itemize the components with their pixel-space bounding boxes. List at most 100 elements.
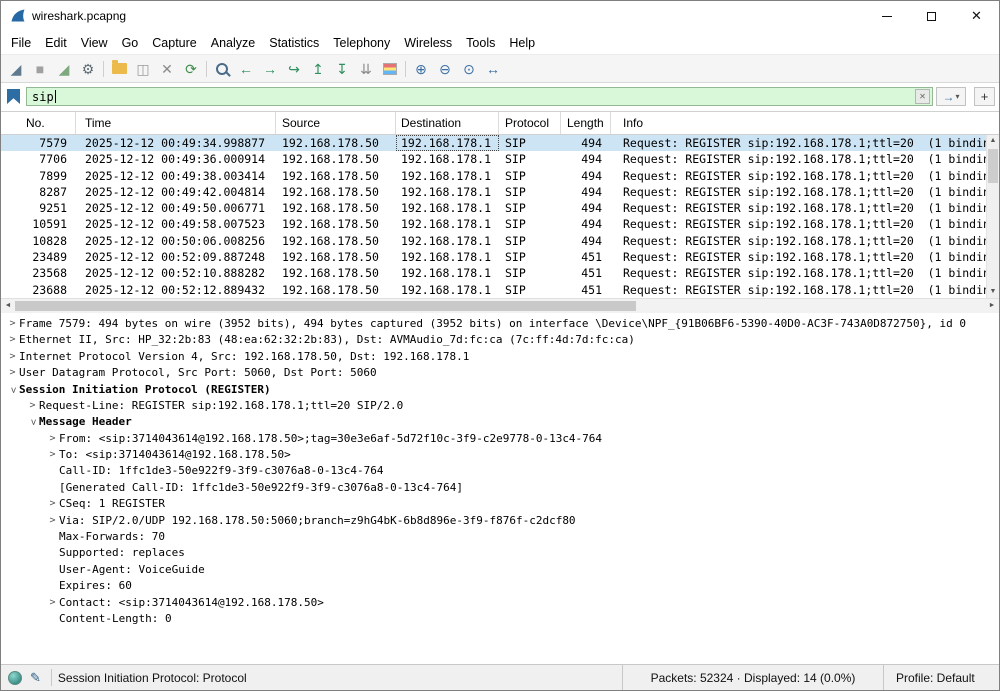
menu-item[interactable]: Telephony: [326, 33, 397, 53]
detail-line[interactable]: Message Header: [1, 414, 999, 430]
expand-arrow-icon[interactable]: [46, 595, 59, 611]
open-file-icon[interactable]: [107, 57, 131, 80]
detail-line[interactable]: [Generated Call-ID: 1ffc1de3-50e922f9-3f…: [1, 480, 999, 496]
menu-item[interactable]: Capture: [145, 33, 203, 53]
find-packet-icon[interactable]: [210, 57, 234, 80]
menu-item[interactable]: View: [74, 33, 115, 53]
minimize-button[interactable]: [864, 1, 909, 31]
packet-row[interactable]: 9251 2025-12-12 00:49:50.006771 192.168.…: [1, 200, 986, 216]
filter-field[interactable]: sip ✕: [26, 87, 933, 106]
go-last-icon[interactable]: ↧: [330, 57, 354, 80]
capture-options-icon[interactable]: ⚙: [76, 57, 100, 80]
detail-line[interactable]: CSeq: 1 REGISTER: [1, 496, 999, 512]
packet-row[interactable]: 7706 2025-12-12 00:49:36.000914 192.168.…: [1, 151, 986, 167]
filter-dropdown-icon[interactable]: ▾: [955, 92, 959, 101]
detail-line[interactable]: Supported: replaces: [1, 545, 999, 561]
detail-line[interactable]: User-Agent: VoiceGuide: [1, 562, 999, 578]
go-first-icon[interactable]: ↥: [306, 57, 330, 80]
expand-arrow-icon[interactable]: [46, 496, 59, 512]
packet-row[interactable]: 23489 2025-12-12 00:52:09.887248 192.168…: [1, 249, 986, 265]
column-header-protocol[interactable]: Protocol: [499, 112, 561, 134]
hscrollbar-thumb[interactable]: [15, 301, 636, 311]
detail-line[interactable]: Ethernet II, Src: HP_32:2b:83 (48:ea:62:…: [1, 332, 999, 348]
colorize-icon[interactable]: [378, 57, 402, 80]
filter-clear-icon[interactable]: ✕: [915, 89, 930, 104]
column-header-no[interactable]: No.: [1, 112, 76, 134]
go-forward-icon[interactable]: →: [258, 57, 282, 80]
profile-info[interactable]: Profile: Default: [883, 665, 999, 690]
save-file-icon[interactable]: ◫: [131, 57, 155, 80]
detail-line[interactable]: Call-ID: 1ffc1de3-50e922f9-3f9-c3076a8-0…: [1, 463, 999, 479]
filter-apply-button[interactable]: → ▾: [936, 87, 966, 106]
expand-arrow-icon[interactable]: [46, 431, 59, 447]
capture-comment-icon[interactable]: ✎: [30, 670, 41, 686]
zoom-out-icon[interactable]: ⊖: [433, 57, 457, 80]
scroll-up-icon[interactable]: ▲: [990, 135, 997, 147]
stop-capture-icon[interactable]: ■: [28, 57, 52, 80]
column-header-info[interactable]: Info: [611, 112, 999, 134]
packet-row[interactable]: 23688 2025-12-12 00:52:12.889432 192.168…: [1, 282, 986, 298]
maximize-button[interactable]: [909, 1, 954, 31]
column-header-length[interactable]: Length: [561, 112, 611, 134]
packet-list-hscrollbar[interactable]: ◄ ►: [1, 298, 999, 313]
column-header-time[interactable]: Time: [76, 112, 276, 134]
packet-row[interactable]: 23568 2025-12-12 00:52:10.888282 192.168…: [1, 265, 986, 281]
close-file-icon[interactable]: ✕: [155, 57, 179, 80]
close-button[interactable]: ✕: [954, 1, 999, 31]
resize-columns-icon[interactable]: ↔: [481, 57, 505, 80]
filter-bookmark-icon[interactable]: [7, 89, 20, 104]
scroll-down-icon[interactable]: ▼: [990, 286, 997, 298]
scroll-right-icon[interactable]: ►: [985, 299, 999, 313]
reload-file-icon[interactable]: ⟳: [179, 57, 203, 80]
filter-add-button[interactable]: +: [974, 87, 995, 106]
packet-row[interactable]: 10591 2025-12-12 00:49:58.007523 192.168…: [1, 216, 986, 232]
detail-line[interactable]: Contact: <sip:3714043614@192.168.178.50>: [1, 595, 999, 611]
packet-row[interactable]: 10828 2025-12-12 00:50:06.008256 192.168…: [1, 233, 986, 249]
hscrollbar-track[interactable]: [15, 299, 985, 313]
filter-input[interactable]: sip: [32, 90, 54, 104]
expand-arrow-icon[interactable]: [26, 398, 39, 414]
expand-arrow-icon[interactable]: [46, 513, 59, 529]
auto-scroll-icon[interactable]: ⇊: [354, 57, 378, 80]
scroll-left-icon[interactable]: ◄: [1, 299, 15, 313]
vscrollbar-thumb[interactable]: [988, 149, 998, 183]
go-to-packet-icon[interactable]: ↪: [282, 57, 306, 80]
detail-line[interactable]: User Datagram Protocol, Src Port: 5060, …: [1, 365, 999, 381]
column-header-source[interactable]: Source: [276, 112, 396, 134]
menu-item[interactable]: Analyze: [204, 33, 262, 53]
menu-item[interactable]: Edit: [38, 33, 74, 53]
packet-row[interactable]: 7579 2025-12-12 00:49:34.998877 192.168.…: [1, 135, 986, 151]
menu-item[interactable]: Wireless: [397, 33, 459, 53]
restart-capture-icon[interactable]: ◢: [52, 57, 76, 80]
menu-item[interactable]: Help: [502, 33, 542, 53]
expand-arrow-icon[interactable]: [6, 316, 19, 332]
expand-arrow-icon[interactable]: [6, 365, 19, 381]
detail-line[interactable]: Frame 7579: 494 bytes on wire (3952 bits…: [1, 316, 999, 332]
go-back-icon[interactable]: ←: [234, 57, 258, 80]
expand-arrow-icon[interactable]: [46, 447, 59, 463]
zoom-in-icon[interactable]: ⊕: [409, 57, 433, 80]
menu-item[interactable]: Go: [115, 33, 146, 53]
packet-row[interactable]: 7899 2025-12-12 00:49:38.003414 192.168.…: [1, 168, 986, 184]
packet-row[interactable]: 8287 2025-12-12 00:49:42.004814 192.168.…: [1, 184, 986, 200]
menu-item[interactable]: File: [4, 33, 38, 53]
expert-info-icon[interactable]: [8, 671, 22, 685]
expand-arrow-icon[interactable]: [6, 332, 19, 348]
detail-line[interactable]: Request-Line: REGISTER sip:192.168.178.1…: [1, 398, 999, 414]
expand-arrow-icon[interactable]: [24, 416, 40, 429]
detail-line[interactable]: Content-Length: 0: [1, 611, 999, 627]
detail-line[interactable]: Max-Forwards: 70: [1, 529, 999, 545]
zoom-original-icon[interactable]: ⊙: [457, 57, 481, 80]
detail-line[interactable]: Via: SIP/2.0/UDP 192.168.178.50:5060;bra…: [1, 513, 999, 529]
menu-item[interactable]: Tools: [459, 33, 502, 53]
start-capture-icon[interactable]: ◢: [4, 57, 28, 80]
detail-line[interactable]: To: <sip:3714043614@192.168.178.50>: [1, 447, 999, 463]
detail-line[interactable]: From: <sip:3714043614@192.168.178.50>;ta…: [1, 431, 999, 447]
expand-arrow-icon[interactable]: [4, 383, 20, 396]
expand-arrow-icon[interactable]: [6, 349, 19, 365]
packet-list-vscrollbar[interactable]: ▲ ▼: [986, 135, 999, 298]
detail-line[interactable]: Internet Protocol Version 4, Src: 192.16…: [1, 349, 999, 365]
menu-item[interactable]: Statistics: [262, 33, 326, 53]
detail-line[interactable]: Expires: 60: [1, 578, 999, 594]
detail-line[interactable]: Session Initiation Protocol (REGISTER): [1, 382, 999, 398]
